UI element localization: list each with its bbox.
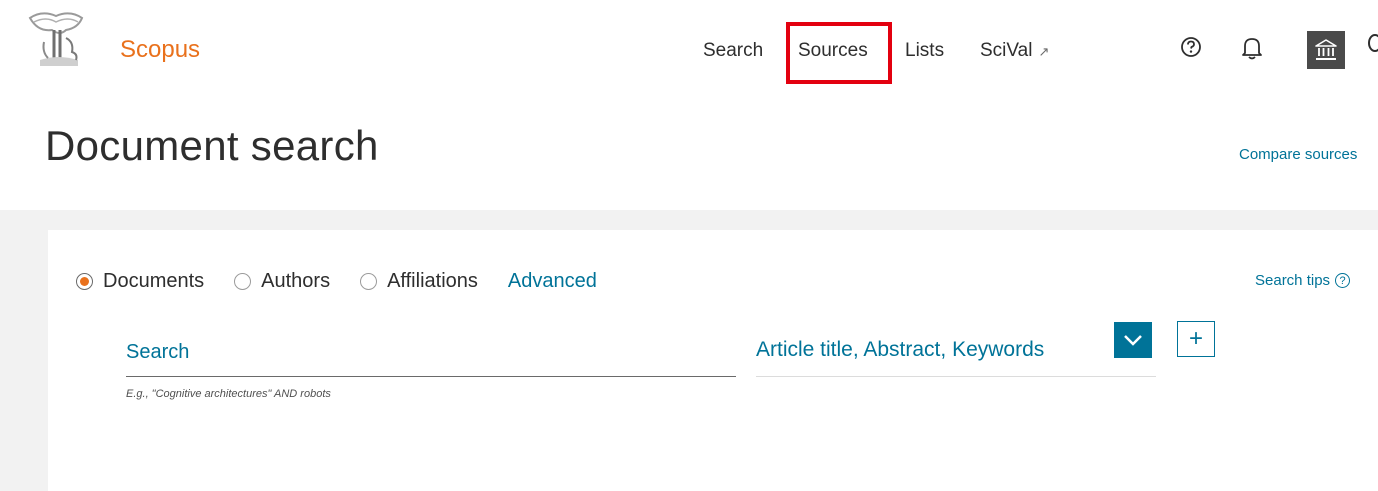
- search-example-hint: E.g., "Cognitive architectures" AND robo…: [126, 388, 331, 400]
- nav-sources[interactable]: Sources: [798, 40, 868, 62]
- search-tips-link[interactable]: Search tips ?: [1255, 272, 1351, 289]
- nav-scival-label: SciVal: [980, 40, 1033, 61]
- bell-icon[interactable]: [1241, 35, 1263, 66]
- radio-authors-label[interactable]: Authors: [261, 270, 330, 293]
- search-field-wrapper: [126, 330, 736, 377]
- top-header: Scopus Search Sources Lists SciVal ↗: [0, 0, 1378, 100]
- account-avatar-icon[interactable]: [1368, 34, 1378, 52]
- nav-lists[interactable]: Lists: [905, 40, 944, 62]
- search-field-selected: Article title, Abstract, Keywords: [756, 338, 1045, 361]
- help-circle-icon: ?: [1335, 273, 1351, 288]
- nav-scival[interactable]: SciVal ↗: [980, 40, 1049, 62]
- institution-icon: [1315, 39, 1337, 60]
- chevron-down-icon: [1124, 335, 1142, 346]
- radio-affiliations[interactable]: [360, 272, 378, 290]
- add-search-field-button[interactable]: +: [1177, 321, 1215, 357]
- advanced-search-link[interactable]: Advanced: [508, 270, 597, 293]
- search-type-selector: Documents Authors Affiliations Advanced: [76, 266, 597, 296]
- chevron-down-button[interactable]: [1114, 322, 1152, 358]
- elsevier-logo-icon[interactable]: [20, 8, 98, 70]
- radio-affiliations-label[interactable]: Affiliations: [387, 270, 478, 293]
- page-title: Document search: [45, 122, 379, 169]
- help-icon[interactable]: [1180, 36, 1202, 63]
- external-link-icon: ↗: [1038, 44, 1050, 59]
- radio-documents[interactable]: [76, 272, 93, 290]
- nav-search[interactable]: Search: [703, 40, 763, 62]
- brand-name[interactable]: Scopus: [120, 36, 200, 64]
- search-input[interactable]: [126, 330, 736, 374]
- search-tips-label: Search tips: [1255, 272, 1331, 289]
- compare-sources-link[interactable]: Compare sources: [1239, 146, 1357, 163]
- plus-icon: +: [1188, 325, 1203, 352]
- search-field-dropdown[interactable]: Article title, Abstract, Keywords: [756, 322, 1156, 377]
- institution-button[interactable]: [1307, 31, 1345, 69]
- radio-documents-label[interactable]: Documents: [103, 270, 204, 293]
- radio-authors[interactable]: [234, 272, 252, 290]
